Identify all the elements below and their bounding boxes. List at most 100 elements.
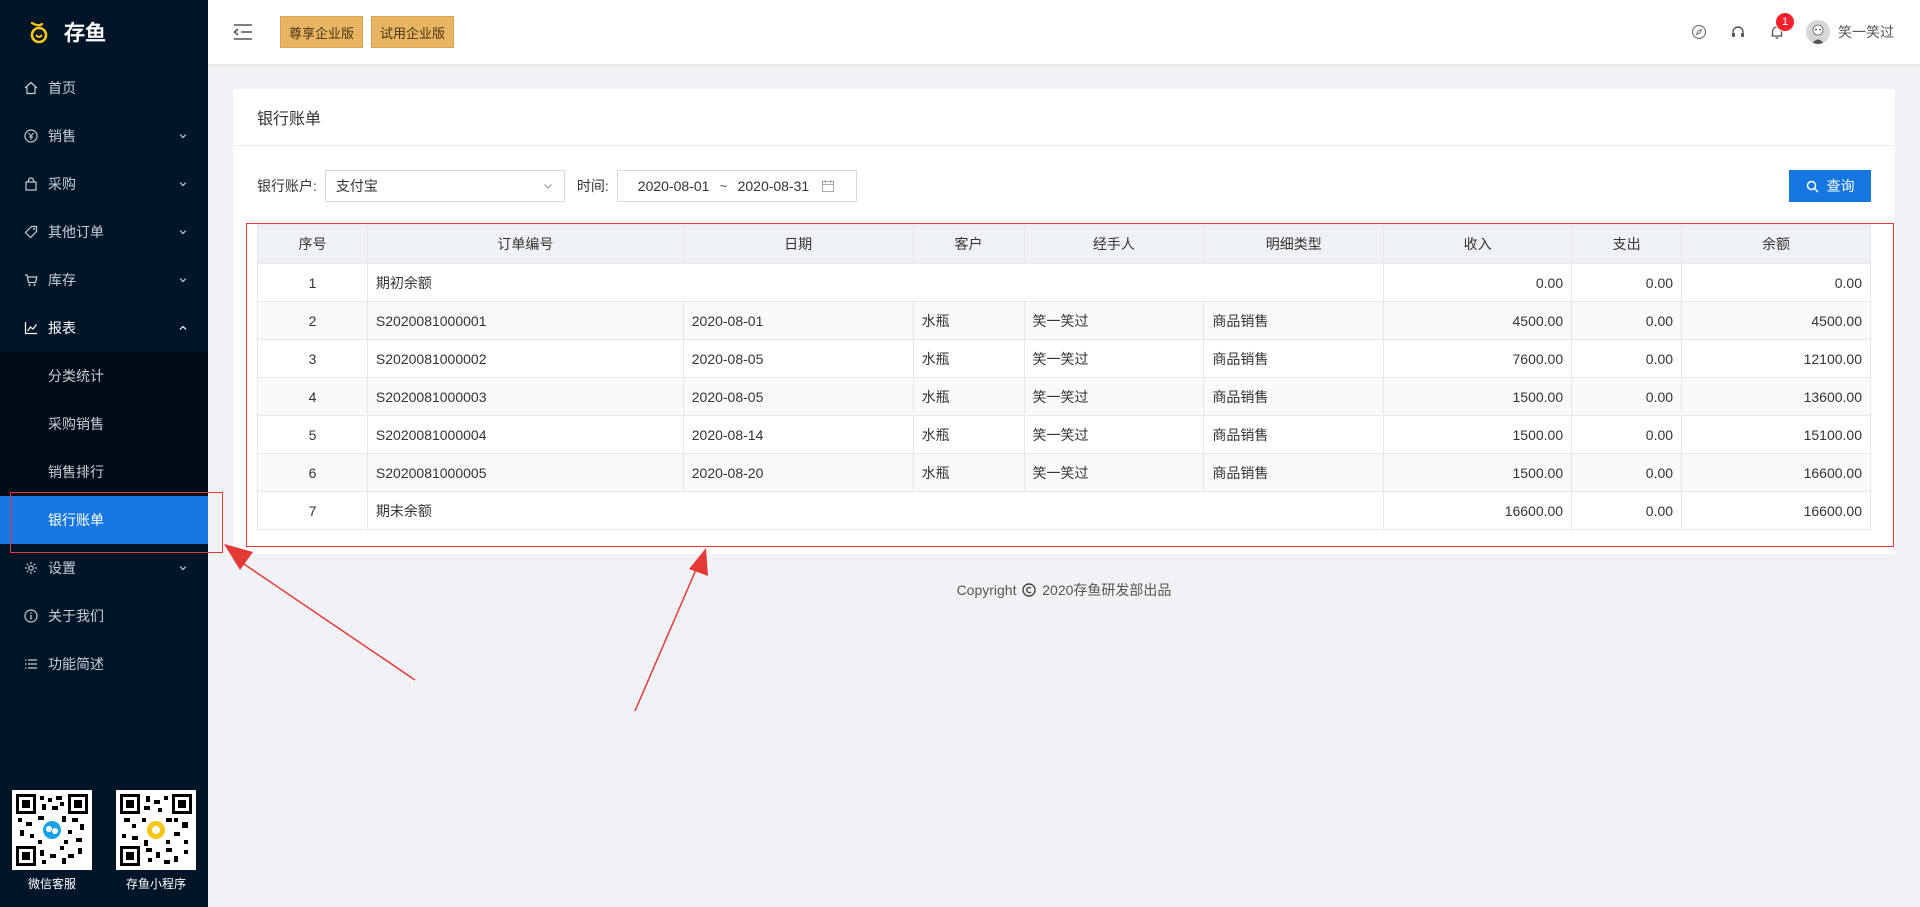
sidebar-item-settings[interactable]: 设置 bbox=[0, 544, 208, 592]
copyright-text: Copyright bbox=[956, 582, 1017, 598]
sidebar-item-other-orders[interactable]: 其他订单 bbox=[0, 208, 208, 256]
menu-fold-icon[interactable] bbox=[232, 23, 254, 41]
cell-date: 2020-08-14 bbox=[682, 415, 914, 454]
date-range-picker[interactable]: 2020-08-01 ~ 2020-08-31 bbox=[616, 170, 857, 202]
order-link[interactable]: S2020081000002 bbox=[366, 339, 684, 378]
cell-balance: 16600.00 bbox=[1681, 453, 1871, 492]
opening-balance-row: 1 期初余额 0.00 0.00 0.00 bbox=[257, 263, 1871, 302]
qr-label: 微信客服 bbox=[27, 877, 76, 891]
cell-expense: 0.00 bbox=[1571, 453, 1683, 492]
cell-no: 5 bbox=[257, 415, 368, 454]
table-row: 4 S2020081000003 2020-08-05 水瓶 笑一笑过 商品销售… bbox=[257, 377, 1871, 416]
copyright-owner: 2020存鱼研发部出品 bbox=[1042, 582, 1172, 598]
order-link[interactable]: S2020081000001 bbox=[366, 301, 684, 340]
cell-balance: 16600.00 bbox=[1681, 491, 1871, 530]
sidebar-item-inventory[interactable]: 库存 bbox=[0, 256, 208, 304]
cell-income: 0.00 bbox=[1383, 263, 1573, 302]
cell-customer: 水瓶 bbox=[912, 301, 1025, 340]
mini-program-qr: 存鱼小程序 bbox=[116, 790, 196, 892]
cell-income: 1500.00 bbox=[1383, 377, 1573, 416]
cell-label: 期末余额 bbox=[366, 491, 1385, 530]
col-header-date: 日期 bbox=[682, 224, 914, 264]
cell-no: 1 bbox=[257, 263, 368, 302]
cell-no: 7 bbox=[257, 491, 368, 530]
sidebar-subitem-purchase-sales[interactable]: 采购销售 bbox=[0, 400, 208, 448]
cell-handler: 笑一笑过 bbox=[1023, 377, 1205, 416]
sidebar-item-label: 库存 bbox=[48, 272, 76, 288]
qr-codes: 微信客服 存鱼小程序 bbox=[12, 790, 196, 892]
sidebar-item-about[interactable]: 关于我们 bbox=[0, 592, 208, 640]
sidebar-item-label: 首页 bbox=[48, 80, 76, 96]
sidebar-subitem-sales-ranking[interactable]: 销售排行 bbox=[0, 448, 208, 496]
chart-icon bbox=[24, 321, 38, 335]
bag-icon bbox=[24, 177, 38, 191]
col-header-expense: 支出 bbox=[1571, 224, 1683, 264]
cell-no: 6 bbox=[257, 453, 368, 492]
compass-icon[interactable] bbox=[1690, 23, 1708, 41]
cell-balance: 0.00 bbox=[1681, 263, 1871, 302]
sidebar-item-sales[interactable]: 销售 bbox=[0, 112, 208, 160]
cell-customer: 水瓶 bbox=[912, 377, 1025, 416]
qr-label: 存鱼小程序 bbox=[125, 877, 186, 891]
premium-edition-button[interactable]: 尊享企业版 bbox=[280, 16, 364, 48]
copyright-icon bbox=[1022, 583, 1037, 597]
sidebar-item-label: 销售 bbox=[48, 128, 76, 144]
sidebar-item-home[interactable]: 首页 bbox=[0, 64, 208, 112]
wechat-service-qr: 微信客服 bbox=[12, 790, 92, 892]
fish-logo-icon bbox=[30, 21, 48, 44]
bank-statement-table: 序号 订单编号 日期 客户 经手人 明细类型 收入 支出 余额 1 期初余额 0… bbox=[257, 224, 1871, 530]
table-row: 3 S2020081000002 2020-08-05 水瓶 笑一笑过 商品销售… bbox=[257, 339, 1871, 378]
chevron-up-icon bbox=[179, 325, 187, 330]
query-button-label: 查询 bbox=[1826, 178, 1855, 194]
col-header-balance: 余额 bbox=[1681, 224, 1871, 264]
tag-icon bbox=[24, 225, 38, 239]
cell-label: 期初余额 bbox=[366, 263, 1385, 302]
avatar bbox=[1806, 20, 1830, 44]
chevron-down-icon bbox=[179, 182, 187, 187]
table-row: 6 S2020081000005 2020-08-20 水瓶 笑一笑过 商品销售… bbox=[257, 453, 1871, 492]
cell-no: 3 bbox=[257, 339, 368, 378]
order-link[interactable]: S2020081000003 bbox=[366, 377, 684, 416]
chevron-down-icon bbox=[179, 230, 187, 235]
order-link[interactable]: S2020081000004 bbox=[366, 415, 684, 454]
sidebar-item-label: 设置 bbox=[48, 560, 76, 576]
cart-icon bbox=[24, 273, 38, 287]
app-logo[interactable]: 存鱼 bbox=[0, 0, 208, 64]
cell-no: 2 bbox=[257, 301, 368, 340]
end-date: 2020-08-31 bbox=[737, 178, 810, 194]
gear-icon bbox=[24, 561, 38, 575]
cell-handler: 笑一笑过 bbox=[1023, 301, 1205, 340]
query-button[interactable]: 查询 bbox=[1789, 170, 1871, 202]
bell-icon[interactable]: 1 bbox=[1768, 13, 1794, 41]
account-select[interactable]: 支付宝 bbox=[324, 170, 565, 202]
start-date: 2020-08-01 bbox=[637, 178, 710, 194]
top-header: 尊享企业版 试用企业版 1 笑一笑过 bbox=[208, 0, 1920, 64]
range-separator: ~ bbox=[719, 178, 728, 194]
trial-edition-button[interactable]: 试用企业版 bbox=[371, 16, 455, 48]
cell-income: 16600.00 bbox=[1383, 491, 1573, 530]
notification-badge: 1 bbox=[1776, 13, 1794, 31]
sidebar: 存鱼 首页 销售 采购 其他订单 库存 报表 分类统计 采购销售 销售排行 银行… bbox=[0, 0, 208, 907]
qr-code-image bbox=[116, 790, 196, 870]
sidebar-item-reports[interactable]: 报表 bbox=[0, 304, 208, 352]
sidebar-item-features[interactable]: 功能简述 bbox=[0, 640, 208, 688]
account-select-value: 支付宝 bbox=[335, 178, 378, 194]
footer: Copyright 2020存鱼研发部出品 bbox=[208, 580, 1920, 600]
cell-no: 4 bbox=[257, 377, 368, 416]
user-menu[interactable]: 笑一笑过 bbox=[1806, 20, 1894, 44]
account-label: 银行账户: bbox=[257, 178, 317, 194]
cell-income: 7600.00 bbox=[1383, 339, 1573, 378]
col-header-customer: 客户 bbox=[912, 224, 1025, 264]
headset-icon[interactable] bbox=[1729, 23, 1747, 41]
sidebar-item-purchase[interactable]: 采购 bbox=[0, 160, 208, 208]
order-link[interactable]: S2020081000005 bbox=[366, 453, 684, 492]
col-header-no: 序号 bbox=[257, 224, 368, 264]
chevron-down-icon bbox=[179, 566, 187, 571]
cell-expense: 0.00 bbox=[1571, 263, 1683, 302]
app-name: 存鱼 bbox=[64, 22, 106, 45]
cell-balance: 4500.00 bbox=[1681, 301, 1871, 340]
time-label: 时间: bbox=[576, 178, 609, 194]
sidebar-subitem-category-stats[interactable]: 分类统计 bbox=[0, 352, 208, 400]
sidebar-subitem-bank-statement[interactable]: 银行账单 bbox=[0, 496, 208, 544]
cell-balance: 15100.00 bbox=[1681, 415, 1871, 454]
